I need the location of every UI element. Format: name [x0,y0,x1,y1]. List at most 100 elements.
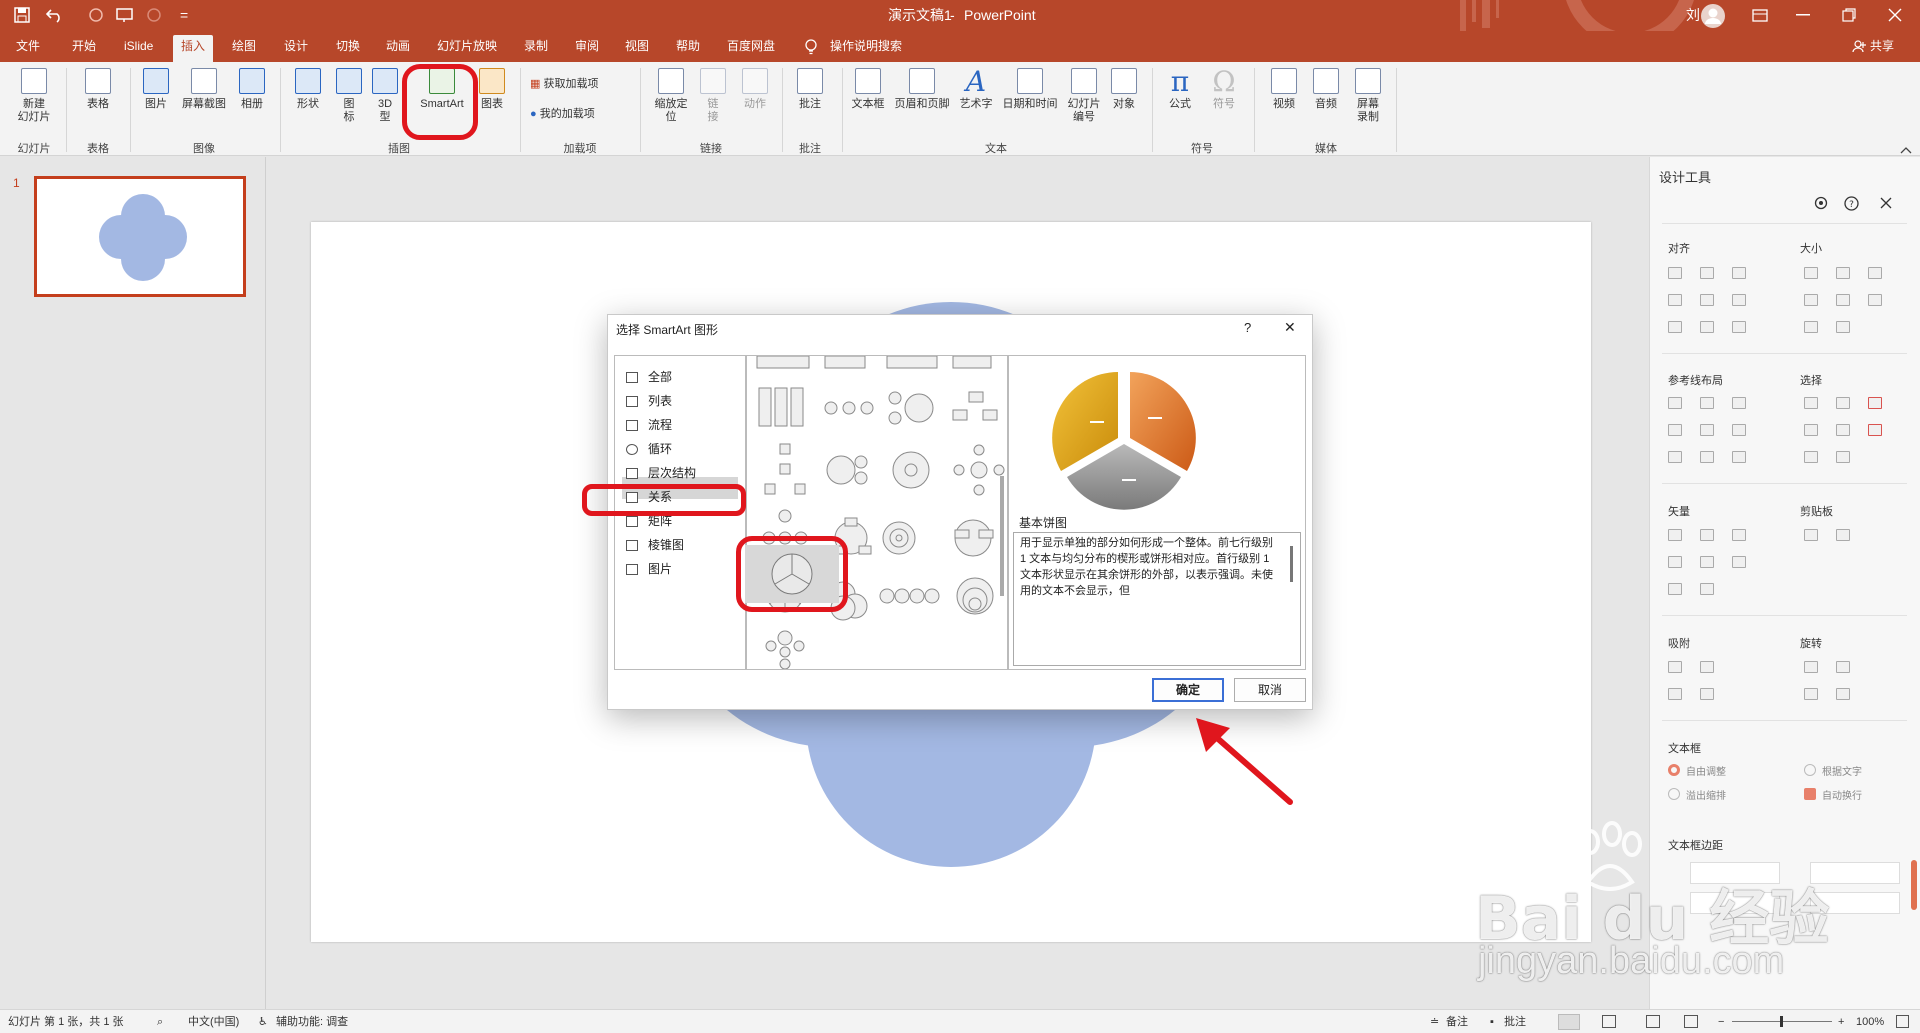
zoom-button[interactable]: 缩放定 位 [648,68,694,124]
share-button[interactable]: 共享 [1870,37,1894,55]
category-relationship[interactable]: 关系 [626,489,672,505]
tab-baidu-netdisk[interactable]: 百度网盘 [727,37,775,55]
pane-scrollbar[interactable] [1911,860,1917,910]
fit-slide-icon[interactable] [1896,1015,1909,1028]
close-pane-icon[interactable] [1880,197,1892,209]
zoom-in-icon[interactable]: + [1838,1015,1844,1029]
tab-transitions[interactable]: 切换 [336,37,360,55]
tab-home[interactable]: 开始 [72,37,96,55]
screenshot-button[interactable]: 屏幕截图 [176,68,232,111]
tell-me-search[interactable]: 操作说明搜索 [830,37,902,55]
category-pyramid[interactable]: 棱锥图 [626,537,684,553]
tab-review[interactable]: 审阅 [575,37,599,55]
album-button[interactable]: 相册 [232,68,272,111]
minimize-icon[interactable] [1796,14,1810,16]
ok-button[interactable]: 确定 [1152,678,1224,702]
relationship-highlight [622,464,744,486]
help-icon[interactable]: ? [1844,196,1859,211]
textbox-icon [855,68,881,94]
settings-icon[interactable] [1814,196,1828,210]
comments-button[interactable]: 批注 [1504,1015,1526,1029]
textbox-button[interactable]: 文本框 [848,68,888,111]
spellcheck-icon[interactable]: ⌕ [157,1015,163,1029]
tab-view[interactable]: 视图 [625,37,649,55]
tab-file[interactable]: 文件 [16,37,40,55]
touch-mode-icon[interactable] [146,7,162,23]
my-addins-button[interactable]: ● 我的加载项 [530,108,630,121]
dialog-help-button[interactable]: ? [1244,320,1251,335]
auto-fit-radio[interactable] [1668,764,1680,776]
new-slide-button[interactable]: 新建 幻灯片 [8,68,60,124]
presenter-icon[interactable] [116,7,134,23]
notes-button[interactable]: 备注 [1446,1015,1468,1029]
zoom-thumb[interactable] [1780,1016,1783,1027]
category-cycle[interactable]: 循环 [626,441,672,457]
selected-layout-basic-pie[interactable] [745,545,839,603]
language-indicator[interactable]: 中文(中国) [188,1015,239,1029]
3d-model-button[interactable]: 3D 型 [370,68,400,124]
symbol-button[interactable]: Ω 符号 [1204,68,1244,111]
slideshow-view-icon[interactable] [1684,1015,1698,1028]
tab-draw[interactable]: 绘图 [232,37,256,55]
fit-text-radio[interactable] [1804,764,1816,776]
category-picture[interactable]: 图片 [626,561,672,577]
shapes-button[interactable]: 形状 [288,68,328,111]
slide-sorter-icon[interactable] [1602,1015,1616,1028]
get-addins-button[interactable]: ▦ 获取加载项 [530,78,630,91]
table-button[interactable]: 表格 [72,68,124,111]
restore-icon[interactable] [1842,8,1856,22]
tab-record[interactable]: 录制 [524,37,548,55]
zoom-out-icon[interactable]: − [1718,1015,1724,1029]
share-icon[interactable] [1852,39,1866,53]
reading-view-icon[interactable] [1646,1015,1660,1028]
tab-animations[interactable]: 动画 [386,37,410,55]
slide-thumbnail[interactable] [34,176,246,297]
qat-customize-icon[interactable]: = [180,5,188,25]
smartart-button[interactable]: SmartArt [410,68,474,111]
overflow-label: 溢出缩排 [1686,791,1726,802]
ribbon-display-icon[interactable] [1752,9,1768,22]
zoom-level[interactable]: 100% [1856,1015,1884,1029]
dialog-close-button[interactable]: ✕ [1284,319,1296,336]
avatar[interactable] [1700,3,1726,29]
audio-button[interactable]: 音频 [1306,68,1346,111]
normal-view-icon[interactable] [1558,1014,1580,1030]
datetime-button[interactable]: 日期和时间 [998,68,1062,111]
picture-button[interactable]: 图片 [136,68,176,111]
accessibility-status[interactable]: 辅助功能: 调查 [276,1015,348,1029]
tab-insert[interactable]: 插入 [173,35,214,62]
screen-recording-button[interactable]: 屏幕 录制 [1348,68,1388,124]
tab-islide[interactable]: iSlide [124,37,153,55]
video-button[interactable]: 视频 [1264,68,1304,111]
tab-design[interactable]: 设计 [284,37,308,55]
chart-button[interactable]: 图表 [476,68,508,111]
undo-icon[interactable] [46,7,64,23]
tab-help[interactable]: 帮助 [676,37,700,55]
category-list-item[interactable]: 列表 [626,393,672,409]
save-icon[interactable] [14,7,30,23]
icons-button[interactable]: 图 标 [334,68,364,124]
cancel-button[interactable]: 取消 [1234,678,1306,702]
link-button[interactable]: 链 接 [698,68,728,124]
collapse-ribbon-icon[interactable] [1900,146,1912,154]
wordart-button[interactable]: A 艺术字 [956,68,996,111]
slide-number-button[interactable]: 幻灯片 编号 [1064,68,1104,124]
header-footer-button[interactable]: 页眉和页脚 [890,68,954,111]
status-bar: 幻灯片 第 1 张，共 1 张 ⌕ 中文(中国) ♿ 辅助功能: 调查 ≐ 备注… [0,1009,1920,1033]
category-all[interactable]: 全部 [626,369,672,385]
tab-slideshow[interactable]: 幻灯片放映 [437,37,497,55]
category-process[interactable]: 流程 [626,417,672,433]
category-matrix[interactable]: 矩阵 [626,513,672,529]
close-icon[interactable] [1888,8,1902,22]
all-icon [626,372,638,383]
overflow-radio[interactable] [1668,788,1680,800]
equation-button[interactable]: π 公式 [1160,68,1200,111]
action-button[interactable]: 动作 [738,68,772,111]
auto-wrap-checkbox[interactable] [1804,788,1816,800]
comment-button[interactable]: 批注 [790,68,830,111]
redo-icon[interactable] [88,7,104,23]
smartart-dialog: 选择 SmartArt 图形 ? ✕ 全部 列表 流程 循环 层次结构 关系 矩… [607,314,1313,710]
description-scrollbar[interactable] [1290,546,1293,582]
preview-name: 基本饼图 [1019,516,1068,530]
object-button[interactable]: 对象 [1106,68,1142,111]
